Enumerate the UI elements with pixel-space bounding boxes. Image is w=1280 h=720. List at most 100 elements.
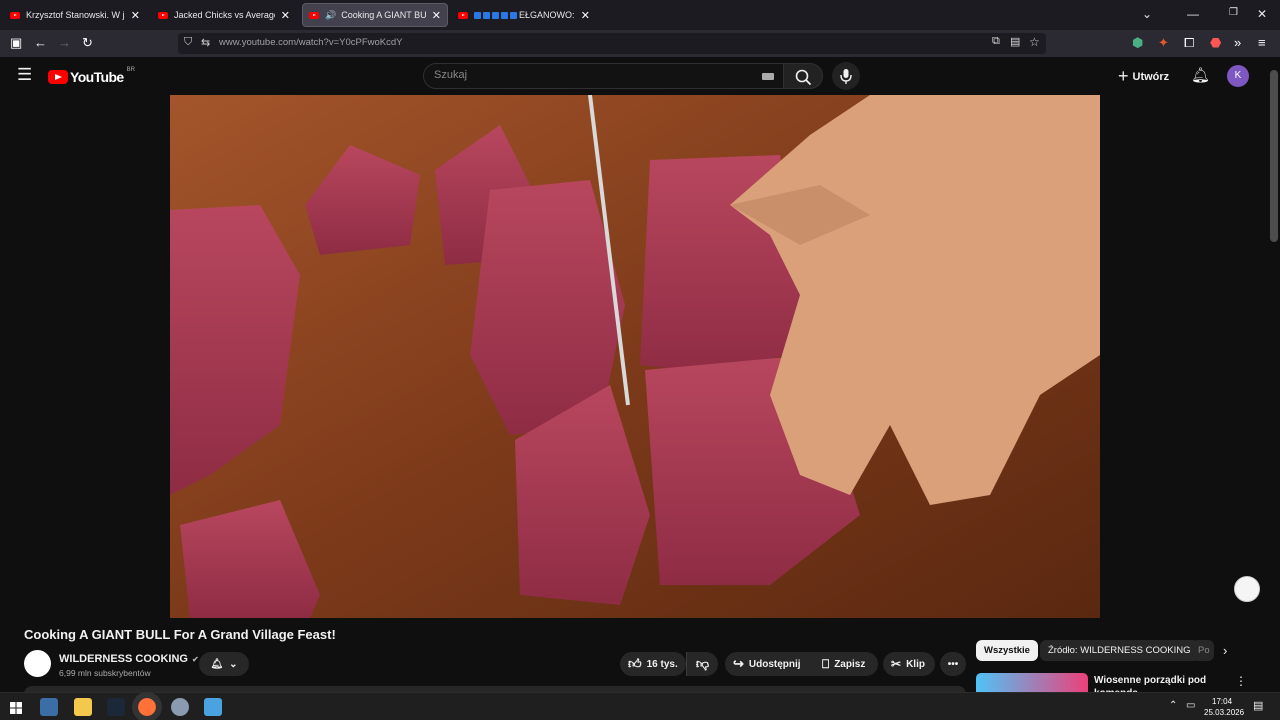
like-button[interactable]: 👍︎ 16 tys.	[620, 652, 686, 676]
emoji-icon	[483, 11, 490, 19]
keyboard-icon[interactable]	[762, 73, 774, 80]
recommendation-thumbnail[interactable]	[976, 673, 1088, 693]
video-player[interactable]	[170, 95, 1100, 618]
tray-chevron-icon[interactable]: ⌃	[1169, 700, 1177, 711]
browser-tab[interactable]: Krzysztof Stanowski. W jakiej sy ✕	[4, 3, 146, 27]
reload-icon[interactable]: ↻	[82, 35, 93, 51]
adblock-extension-icon[interactable]: ⬣	[1210, 35, 1221, 51]
tab-title: Jacked Chicks vs Average Joes |	[174, 10, 275, 20]
back-icon[interactable]: ←	[34, 35, 47, 50]
channel-name[interactable]: WILDERNESS COOKING ✔	[59, 653, 199, 665]
tab-close-icon[interactable]: ✕	[131, 9, 140, 22]
microphone-icon	[840, 69, 852, 84]
restore-icon[interactable]: ❐	[1229, 7, 1238, 18]
clock-time[interactable]: 17:04	[1212, 697, 1232, 706]
dislike-button[interactable]: 👎︎	[686, 652, 718, 676]
app-globe-icon[interactable]	[40, 698, 58, 716]
subscription-notifications-button[interactable]: 🔔︎ ⌄	[199, 652, 249, 676]
share-arrow-icon: ↪	[733, 656, 744, 671]
overflow-chevrons-icon[interactable]: »	[1234, 35, 1241, 50]
tab-title: Cooking A GIANT BULL For	[341, 10, 426, 20]
bell-icon: 🔔︎	[210, 658, 224, 670]
tab-title: EŁGANOWO: D	[519, 10, 575, 20]
emoji-icon	[501, 11, 508, 19]
extensions-puzzle-icon[interactable]: ⧠	[1184, 35, 1194, 51]
account-avatar[interactable]: K	[1227, 65, 1249, 87]
picture-in-picture-icon[interactable]: ⧉	[992, 35, 1000, 48]
youtube-play-icon	[48, 70, 68, 84]
channel-avatar[interactable]	[24, 650, 51, 677]
chevron-down-icon: ⌄	[229, 658, 238, 670]
browser-tab[interactable]: EŁGANOWO: D ✕	[452, 3, 596, 27]
more-dots-icon: •••	[947, 658, 959, 670]
notifications-bell-icon[interactable]: 🔔︎	[1191, 66, 1210, 84]
youtube-logo[interactable]: YouTube BR	[48, 67, 135, 85]
permissions-icon[interactable]: ⇆	[201, 36, 210, 49]
chip-partial[interactable]: Po	[1192, 640, 1214, 661]
chips-next-icon[interactable]: ›	[1223, 643, 1227, 658]
emoji-icon	[474, 11, 481, 19]
clip-button[interactable]: ✂ Klip	[883, 652, 935, 676]
chip-source-channel[interactable]: Źródło: WILDERNESS COOKING	[1040, 640, 1199, 661]
shield-icon[interactable]: ⛉	[184, 36, 192, 49]
fox-extension-icon[interactable]: ✦	[1158, 35, 1169, 51]
youtube-favicon-icon	[309, 11, 319, 19]
youtube-masthead: ☰ YouTube BR + Utwórz 🔔︎ K	[0, 57, 1280, 95]
clock-date[interactable]: 25.03.2026	[1204, 708, 1244, 717]
window-close-icon[interactable]: ✕	[1257, 7, 1267, 21]
search-box[interactable]	[423, 63, 785, 89]
tab-list-chevron-icon[interactable]: ⌄	[1142, 7, 1152, 21]
youtube-favicon-icon	[458, 11, 468, 19]
network-icon[interactable]: ▭	[1186, 700, 1195, 711]
app-bird-icon[interactable]	[171, 698, 189, 716]
browser-tab-active[interactable]: 🔊 Cooking A GIANT BULL For ✕	[302, 3, 448, 27]
youtube-favicon-icon	[158, 11, 168, 19]
more-actions-button[interactable]: •••	[940, 652, 966, 676]
search-input[interactable]	[434, 69, 754, 81]
youtube-favicon-icon	[10, 11, 20, 19]
channel-watermark[interactable]	[1234, 576, 1260, 602]
steam-icon[interactable]	[107, 698, 125, 716]
firefox-icon[interactable]	[132, 692, 162, 720]
recommendation-menu-icon[interactable]: ⋮	[1235, 674, 1247, 688]
reader-view-icon[interactable]: ▤	[1010, 35, 1020, 48]
sidebar-toggle-icon[interactable]: ▣	[10, 35, 22, 51]
windows-start-icon[interactable]	[10, 702, 22, 714]
save-button[interactable]: ⎕ Zapisz	[814, 652, 878, 676]
scissors-icon: ✂	[891, 657, 902, 671]
windows-taskbar: ⌃ ▭ 17:04 25.03.2026 ▤	[0, 692, 1280, 720]
browser-tab[interactable]: Jacked Chicks vs Average Joes | ✕	[152, 3, 296, 27]
minimize-icon[interactable]: —	[1187, 7, 1199, 21]
tab-close-icon[interactable]: ✕	[432, 9, 441, 22]
thumbs-down-icon: 👎︎	[695, 656, 710, 671]
scrollbar-thumb[interactable]	[1270, 70, 1278, 242]
search-button[interactable]	[783, 63, 823, 89]
share-label: Udostępnij	[748, 658, 801, 670]
subscriber-count: 6,99 mln subskrybentów	[59, 668, 151, 678]
tab-title: Krzysztof Stanowski. W jakiej sy	[26, 10, 125, 20]
app-menu-icon[interactable]: ≡	[1258, 35, 1266, 50]
country-code: BR	[126, 67, 135, 73]
thumbs-up-icon: 👍︎	[628, 656, 642, 671]
create-label: Utwórz	[1132, 70, 1170, 83]
create-button[interactable]: + Utwórz	[1118, 66, 1169, 87]
url-text[interactable]: www.youtube.com/watch?v=Y0cPFwoKcdY	[219, 37, 403, 48]
calculator-icon[interactable]	[204, 698, 222, 716]
like-count: 16 tys.	[646, 658, 678, 670]
clip-label: Klip	[906, 658, 925, 670]
voice-search-button[interactable]	[832, 62, 860, 90]
bookmark-icon: ⎕	[822, 656, 830, 671]
forward-icon[interactable]: →	[58, 35, 71, 50]
recommendation-title[interactable]: Wiosenne porządki pod komendą	[1094, 674, 1224, 694]
chip-all[interactable]: Wszystkie	[976, 640, 1038, 661]
notification-center-icon[interactable]: ▤	[1253, 699, 1263, 712]
address-bar[interactable]: ⛉ ⇆ www.youtube.com/watch?v=Y0cPFwoKcdY …	[178, 33, 1046, 54]
emoji-icon	[492, 11, 499, 19]
guide-menu-icon[interactable]: ☰	[17, 65, 32, 85]
file-explorer-icon[interactable]	[74, 698, 92, 716]
bookmark-star-icon[interactable]: ☆	[1029, 35, 1040, 49]
tab-close-icon[interactable]: ✕	[581, 9, 590, 22]
vpn-extension-icon[interactable]: ⬢	[1132, 35, 1143, 51]
tab-close-icon[interactable]: ✕	[281, 9, 290, 22]
audio-playing-icon[interactable]: 🔊	[325, 10, 336, 21]
